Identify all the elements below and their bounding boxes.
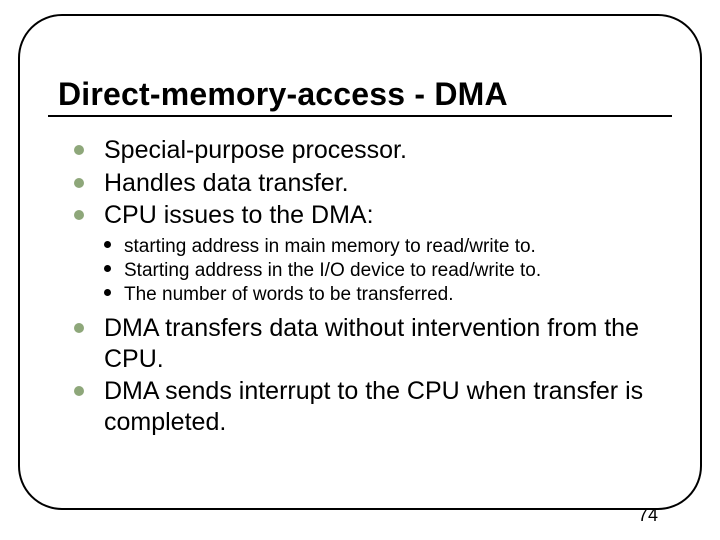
bullet-item: DMA sends interrupt to the CPU when tran… bbox=[74, 376, 674, 437]
bullet-item: Handles data transfer. bbox=[74, 168, 674, 199]
slide: Direct-memory-access - DMA Special-purpo… bbox=[0, 0, 720, 540]
sub-bullet-item: Starting address in the I/O device to re… bbox=[104, 259, 674, 283]
bullet-text: CPU issues to the DMA: bbox=[104, 201, 374, 229]
page-number: 74 bbox=[638, 505, 658, 526]
bullet-list: Special-purpose processor. Handles data … bbox=[34, 135, 686, 437]
bullet-item: Special-purpose processor. bbox=[74, 135, 674, 166]
bullet-item: DMA transfers data without intervention … bbox=[74, 313, 674, 374]
slide-title: Direct-memory-access - DMA bbox=[58, 76, 686, 113]
sub-bullet-item: starting address in main memory to read/… bbox=[104, 235, 674, 259]
sub-bullet-item: The number of words to be transferred. bbox=[104, 283, 674, 307]
title-underline bbox=[48, 115, 672, 117]
sub-bullet-list: starting address in main memory to read/… bbox=[104, 235, 674, 308]
bullet-item: CPU issues to the DMA: starting address … bbox=[74, 200, 674, 307]
